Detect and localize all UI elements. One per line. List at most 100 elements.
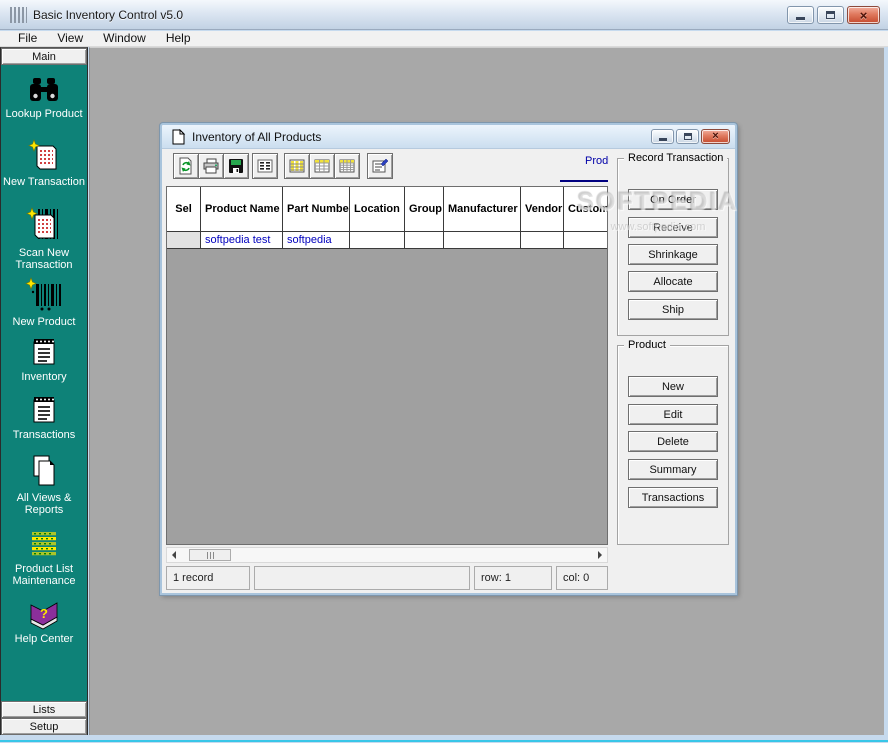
action-panel: Record Transaction On Order Receive Shri… [612,149,733,593]
column-header-part-number[interactable]: Part Number [283,187,350,232]
print-button[interactable] [198,153,224,179]
close-button[interactable]: × [847,6,880,24]
cell-custom[interactable] [564,232,607,249]
sidebar-tab-setup[interactable]: Setup [1,718,87,735]
receive-button[interactable]: Receive [628,217,718,238]
sidebar-item-label: New Transaction [3,176,85,188]
status-col-indicator: col: 0 [556,566,608,590]
sidebar-item-label: Lookup Product [5,108,82,120]
sidebar-item-label: Transactions [13,429,76,441]
maximize-icon [826,11,835,19]
scroll-left-button[interactable] [167,548,181,562]
cell-product-name[interactable]: softpedia test [201,232,283,249]
sidebar-item-new-transaction[interactable]: New Transaction [1,138,87,188]
refresh-button[interactable] [173,153,199,179]
grid-columns-icon [288,157,306,175]
child-minimize-button[interactable] [651,129,674,144]
products-grid: Sel Product Name Part Number Location Gr… [166,186,608,545]
sidebar-item-help-center[interactable]: ? Help Center [1,597,87,645]
maximize-button[interactable] [817,6,844,24]
inventory-window-title: Inventory of All Products [192,130,321,144]
products-link[interactable]: Produ [585,155,609,167]
column-header-product-name[interactable]: Product Name [201,187,283,232]
cell-group[interactable] [405,232,444,249]
inventory-window-body: Produ Sel Product Name Part Number Locat… [162,149,735,593]
on-order-button[interactable]: On Order [628,189,718,210]
sidebar-item-all-views-reports[interactable]: All Views & Reports [1,452,87,516]
new-button[interactable]: New [628,376,718,397]
shrinkage-button[interactable]: Shrinkage [628,244,718,265]
window-bottom-border [0,735,888,743]
transactions-button[interactable]: Transactions [628,487,718,508]
list-icon [256,157,274,175]
new-receipt-icon [27,138,61,174]
sidebar-item-label: Help Center [15,633,74,645]
column-header-location[interactable]: Location [350,187,405,232]
grid-view-columns-button[interactable] [284,153,310,179]
group-title: Product [624,339,670,351]
grid-view-header-button[interactable] [309,153,335,179]
binoculars-icon [27,74,61,106]
summary-button[interactable]: Summary [628,459,718,480]
status-message [254,566,470,590]
sidebar-item-new-product[interactable]: New Product [1,276,87,328]
allocate-button[interactable]: Allocate [628,271,718,292]
sidebar-tab-main[interactable]: Main [1,48,87,65]
minimize-button[interactable] [787,6,814,24]
column-header-vendor[interactable]: Vendor [521,187,564,232]
sidebar-item-scan-new-transaction[interactable]: Scan New Transaction [1,205,87,271]
grid-header-icon [313,157,331,175]
child-close-button[interactable]: × [701,129,730,144]
child-maximize-button[interactable] [676,129,699,144]
form-properties-button[interactable] [367,153,393,179]
column-header-sel[interactable]: Sel [167,187,201,232]
column-header-custom[interactable]: Custom [564,187,607,232]
status-bar: 1 record row: 1 col: 0 [166,566,608,590]
divider-line [560,180,608,182]
column-header-group[interactable]: Group [405,187,444,232]
print-icon [202,157,220,175]
menu-window[interactable]: Window [93,31,156,46]
inventory-window-titlebar[interactable]: Inventory of All Products × [162,125,735,149]
sidebar-item-inventory[interactable]: Inventory [1,335,87,383]
grid-data-row[interactable]: softpedia test softpedia [167,232,607,249]
menu-bar: File View Window Help [0,31,888,47]
striped-list-icon [27,529,61,561]
save-button[interactable] [223,153,249,179]
documents-icon [26,452,62,490]
scan-receipt-icon [24,205,64,245]
grid-view-dense-button[interactable] [334,153,360,179]
sidebar-item-lookup-product[interactable]: Lookup Product [1,74,87,120]
edit-button[interactable]: Edit [628,404,718,425]
cell-manufacturer[interactable] [444,232,521,249]
ship-button[interactable]: Ship [628,299,718,320]
cell-location[interactable] [350,232,405,249]
cell-sel[interactable] [167,232,201,249]
column-header-manufacturer[interactable]: Manufacturer [444,187,521,232]
menu-file[interactable]: File [8,31,47,46]
application-window: Basic Inventory Control v5.0 × File View… [0,0,888,743]
barcode-icon [24,276,64,314]
cell-vendor[interactable] [521,232,564,249]
grid-dense-icon [338,157,356,175]
inventory-window-controls: × [651,129,730,144]
scrollbar-thumb[interactable] [189,549,231,561]
product-group: Product New Edit Delete Summary Transact… [617,345,729,545]
window-title: Basic Inventory Control v5.0 [33,8,183,22]
arrow-right-icon [598,551,606,559]
sidebar-item-transactions[interactable]: Transactions [1,393,87,441]
delete-button[interactable]: Delete [628,431,718,452]
save-icon [227,157,245,175]
sidebar-tab-lists[interactable]: Lists [1,701,87,718]
sidebar-item-product-list-maintenance[interactable]: Product List Maintenance [1,529,87,587]
close-icon: × [860,9,868,22]
document-icon [171,129,186,145]
barcode-app-icon [10,7,27,23]
list-view-button[interactable] [252,153,278,179]
arrow-left-icon [168,551,176,559]
horizontal-scrollbar[interactable] [166,547,608,563]
menu-help[interactable]: Help [156,31,201,46]
menu-view[interactable]: View [47,31,93,46]
cell-part-number[interactable]: softpedia [283,232,350,249]
scroll-right-button[interactable] [593,548,607,562]
